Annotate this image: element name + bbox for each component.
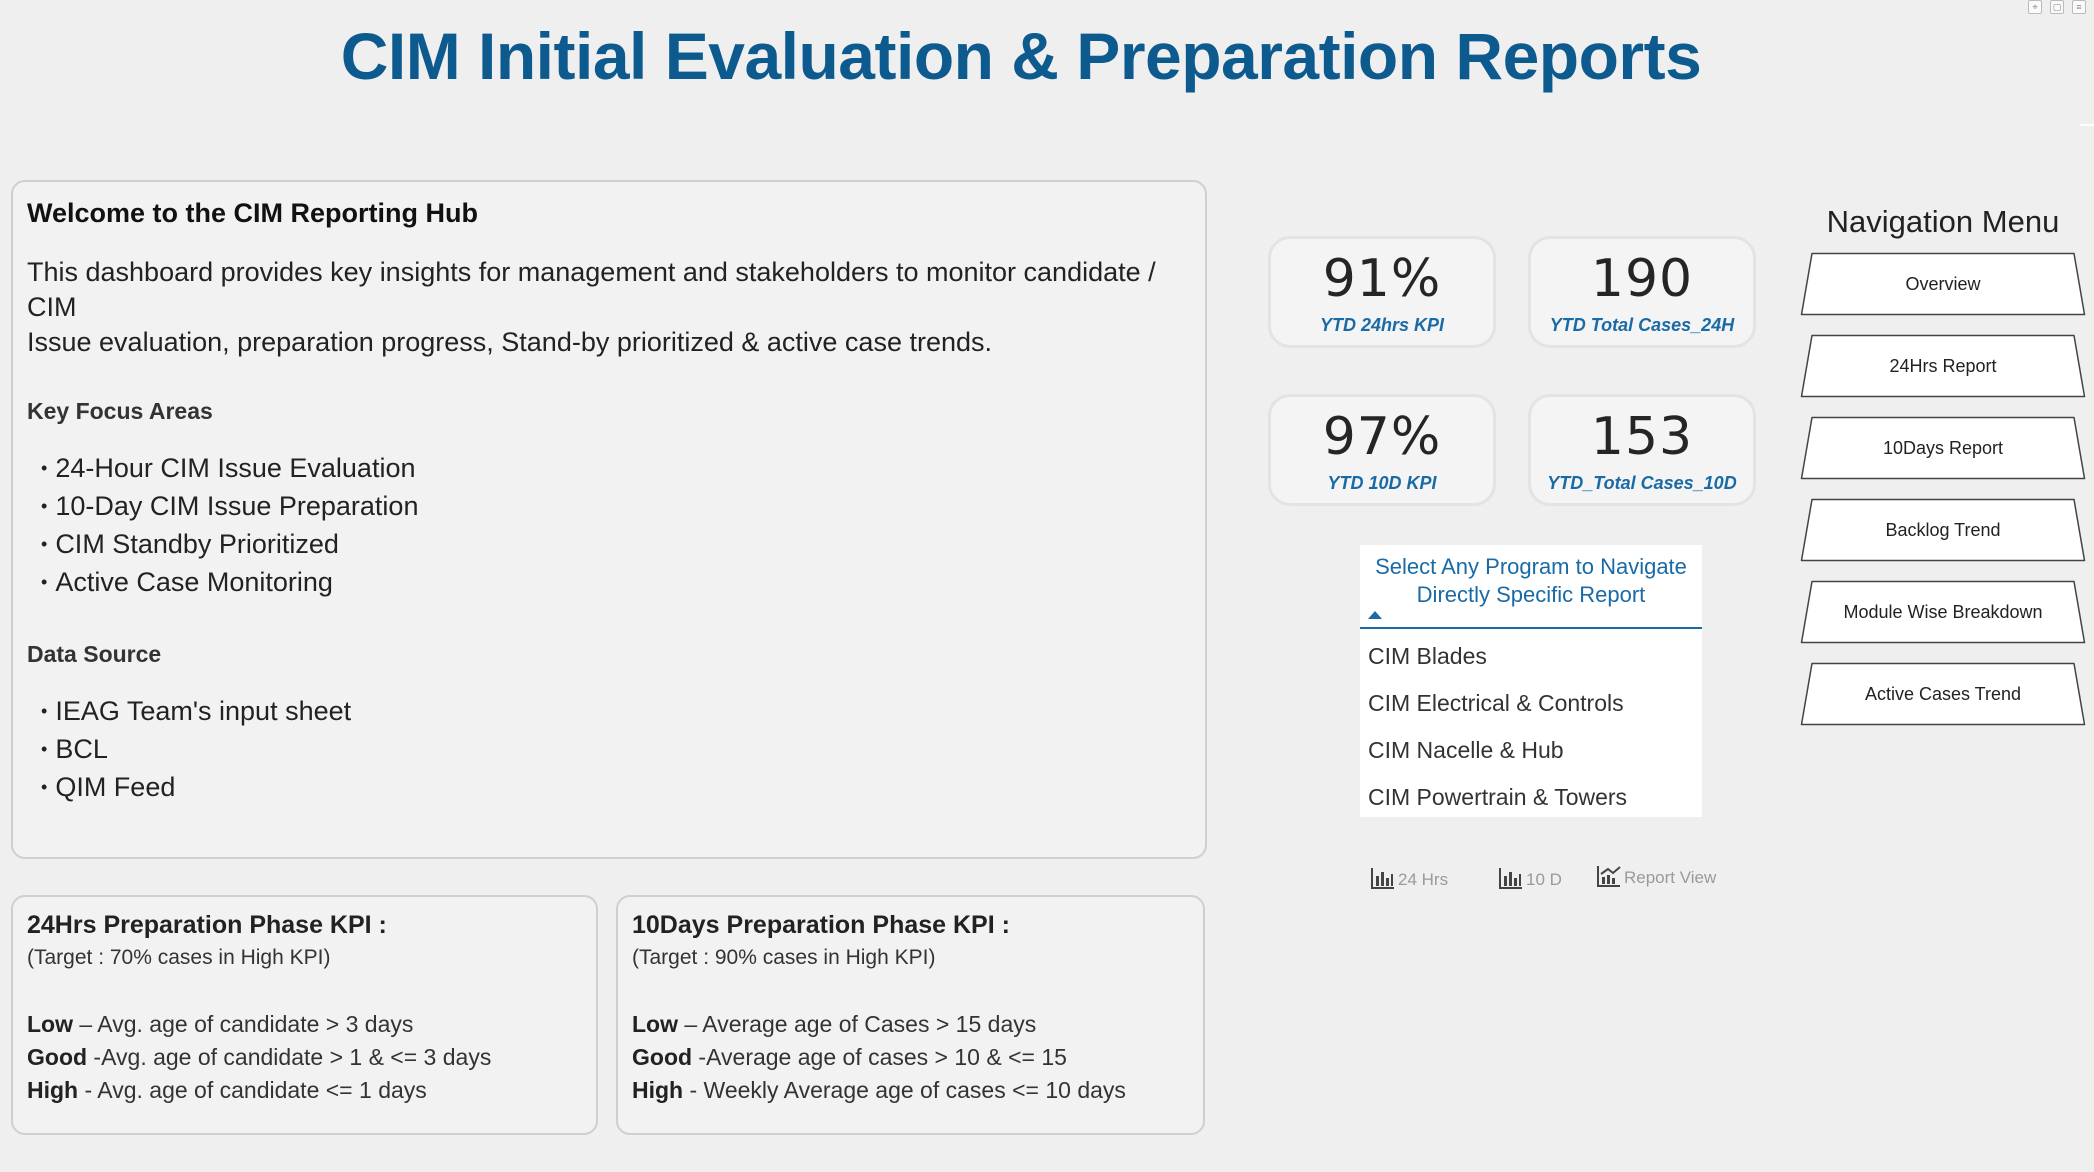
kpi-10days-heading: 10Days Preparation Phase KPI :: [632, 911, 1010, 939]
kpi-10days-low: Low – Average age of Cases > 15 days: [632, 1008, 1189, 1041]
report-view-label: Report View: [1624, 868, 1717, 887]
report-24hrs-label: 24 Hrs: [1398, 870, 1449, 889]
nav-label: Module Wise Breakdown: [1843, 602, 2043, 622]
report-10d-button[interactable]: 10 D: [1498, 866, 1562, 890]
kpi-24hrs-high: High - Avg. age of candidate <= 1 days: [27, 1074, 582, 1107]
data-source-heading: Data Source: [27, 641, 162, 667]
welcome-intro-line-2: Issue evaluation, preparation progress, …: [27, 327, 993, 357]
low-label: Low: [632, 1011, 678, 1037]
stat-value: 190: [1590, 249, 1694, 309]
nav-active-cases-trend-button[interactable]: Active Cases Trend: [1800, 662, 2086, 726]
nav-label: Backlog Trend: [1885, 520, 2001, 540]
caret-up-icon[interactable]: [1368, 611, 1382, 619]
stat-value: 97%: [1322, 407, 1442, 467]
list-item: CIM Standby Prioritized: [41, 527, 1191, 565]
copy-icon[interactable]: ▢: [2050, 0, 2064, 14]
nav-backlog-trend-button[interactable]: Backlog Trend: [1800, 498, 2086, 562]
high-label: High: [632, 1077, 684, 1103]
good-label: Good: [27, 1044, 88, 1070]
list-item: 24-Hour CIM Issue Evaluation: [41, 451, 1191, 489]
stat-card-ytd-10d-kpi: 97% YTD 10D KPI: [1268, 394, 1496, 506]
stat-label: YTD 10D KPI: [1327, 473, 1437, 493]
more-options-icon[interactable]: ≡: [2072, 0, 2086, 14]
low-label: Low: [27, 1011, 73, 1037]
program-selector-title: Select Any Program to Navigate Directly …: [1375, 554, 1687, 607]
navigation-menu-title: Navigation Menu: [1826, 204, 2060, 239]
key-focus-heading: Key Focus Areas: [27, 398, 213, 424]
high-label: High: [27, 1077, 79, 1103]
nav-overview-button[interactable]: Overview: [1800, 252, 2086, 316]
nav-24hrs-report-button[interactable]: 24Hrs Report: [1800, 334, 2086, 398]
program-option-blades[interactable]: CIM Blades: [1360, 633, 1702, 680]
page-title: CIM Initial Evaluation & Preparation Rep…: [340, 19, 1702, 93]
welcome-card: Welcome to the CIM Reporting Hub This da…: [11, 180, 1207, 859]
kpi-24hrs-good: Good -Avg. age of candidate > 1 & <= 3 d…: [27, 1041, 582, 1074]
bar-chart-icon: [1371, 868, 1394, 889]
kpi-10days-target: (Target : 90% cases in High KPI): [632, 946, 936, 969]
program-option-powertrain-towers[interactable]: CIM Powertrain & Towers: [1360, 774, 1702, 821]
stat-label: YTD 24hrs KPI: [1319, 315, 1445, 335]
good-label: Good: [632, 1044, 693, 1070]
list-item: 10-Day CIM Issue Preparation: [41, 489, 1191, 527]
list-item: IEAG Team's input sheet: [41, 694, 1191, 732]
high-text: - Weekly Average age of cases <= 10 days: [683, 1077, 1126, 1103]
stat-value: 91%: [1322, 249, 1442, 309]
stat-card-ytd-total-cases-10d: 153 YTD_Total Cases_10D: [1528, 394, 1756, 506]
report-10d-label: 10 D: [1526, 870, 1562, 889]
good-text: -Avg. age of candidate > 1 & <= 3 days: [87, 1044, 492, 1070]
program-option-nacelle-hub[interactable]: CIM Nacelle & Hub: [1360, 727, 1702, 774]
divider: [2080, 124, 2094, 126]
high-text: - Avg. age of candidate <= 1 days: [78, 1077, 427, 1103]
visual-header-icons: ⌖ ▢ ≡: [2028, 0, 2086, 14]
good-text: -Average age of cases > 10 & <= 15: [692, 1044, 1067, 1070]
bar-chart-icon: [1499, 868, 1522, 889]
kpi-10days-high: High - Weekly Average age of cases <= 10…: [632, 1074, 1189, 1107]
low-text: – Avg. age of candidate > 3 days: [73, 1011, 414, 1037]
kpi-24hrs-low: Low – Avg. age of candidate > 3 days: [27, 1008, 582, 1041]
kpi-24hrs-heading: 24Hrs Preparation Phase KPI :: [27, 911, 387, 939]
line-chart-icon: [1597, 866, 1621, 887]
data-source-list: IEAG Team's input sheet BCL QIM Feed: [27, 694, 1191, 808]
list-item: Active Case Monitoring: [41, 565, 1191, 603]
welcome-heading: Welcome to the CIM Reporting Hub: [27, 198, 478, 228]
stat-card-ytd-total-cases-24h: 190 YTD Total Cases_24H: [1528, 236, 1756, 348]
kpi-10days-card: 10Days Preparation Phase KPI : (Target :…: [616, 895, 1205, 1135]
stat-value: 153: [1590, 407, 1694, 467]
nav-10days-report-button[interactable]: 10Days Report: [1800, 416, 2086, 480]
welcome-intro-line-1: This dashboard provides key insights for…: [27, 257, 1156, 322]
stat-label: YTD_Total Cases_10D: [1547, 473, 1737, 493]
program-list: CIM Blades CIM Electrical & Controls CIM…: [1360, 629, 1702, 821]
pin-icon[interactable]: ⌖: [2028, 0, 2042, 14]
stat-label: YTD Total Cases_24H: [1549, 315, 1735, 335]
nav-label: Active Cases Trend: [1864, 684, 2022, 704]
low-text: – Average age of Cases > 15 days: [678, 1011, 1037, 1037]
kpi-10days-good: Good -Average age of cases > 10 & <= 15: [632, 1041, 1189, 1074]
nav-label: 10Days Report: [1882, 438, 2004, 458]
kpi-24hrs-card: 24Hrs Preparation Phase KPI : (Target : …: [11, 895, 598, 1135]
key-focus-list: 24-Hour CIM Issue Evaluation 10-Day CIM …: [27, 451, 1191, 603]
kpi-24hrs-target: (Target : 70% cases in High KPI): [27, 946, 331, 969]
nav-label: 24Hrs Report: [1889, 356, 1997, 376]
list-item: QIM Feed: [41, 770, 1191, 808]
nav-label: Overview: [1905, 274, 1981, 294]
program-selector: Select Any Program to Navigate Directly …: [1360, 545, 1702, 817]
report-view-button[interactable]: Report View: [1596, 864, 1716, 888]
list-item: BCL: [41, 732, 1191, 770]
stat-card-ytd-24hrs-kpi: 91% YTD 24hrs KPI: [1268, 236, 1496, 348]
report-24hrs-button[interactable]: 24 Hrs: [1370, 866, 1448, 890]
program-option-electrical-controls[interactable]: CIM Electrical & Controls: [1360, 680, 1702, 727]
nav-module-wise-breakdown-button[interactable]: Module Wise Breakdown: [1800, 580, 2086, 644]
program-selector-header[interactable]: Select Any Program to Navigate Directly …: [1360, 545, 1702, 629]
